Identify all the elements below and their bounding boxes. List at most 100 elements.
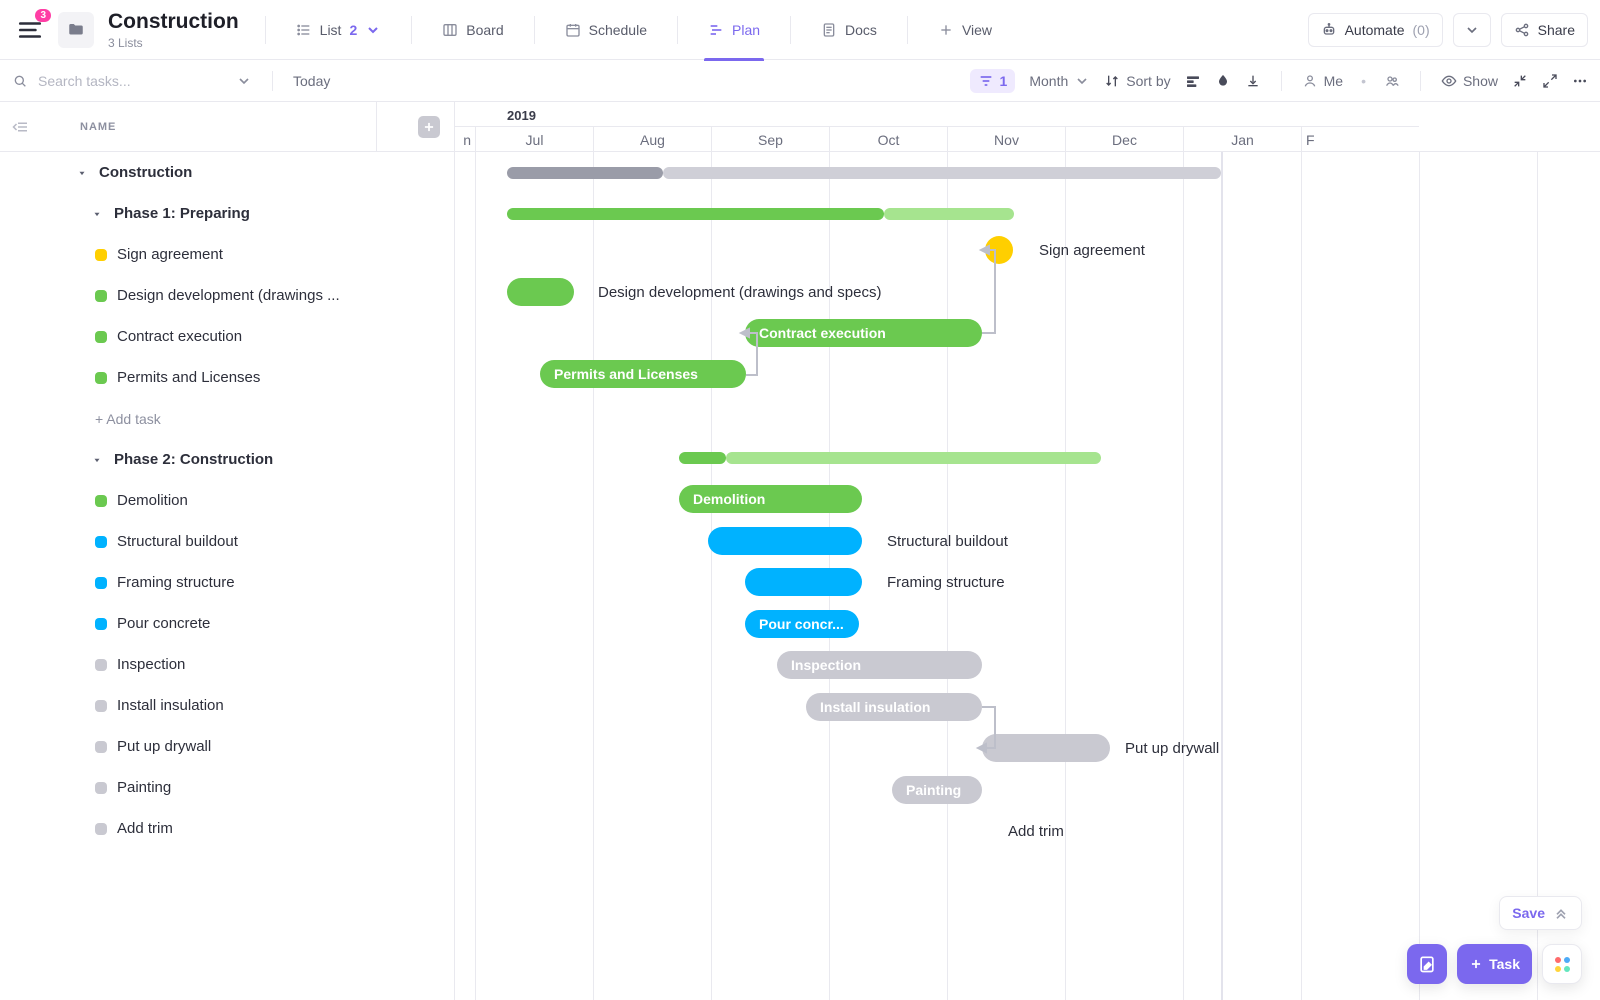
save-button[interactable]: Save bbox=[1499, 896, 1582, 930]
view-list[interactable]: List 2 bbox=[282, 0, 396, 60]
month-cell[interactable]: Oct bbox=[829, 126, 947, 152]
task-row[interactable]: Framing structure bbox=[0, 562, 454, 603]
month-cell[interactable]: Nov bbox=[947, 126, 1065, 152]
month-cell[interactable]: Aug bbox=[593, 126, 711, 152]
column-separator[interactable] bbox=[376, 102, 377, 151]
task-row[interactable]: Put up drywall bbox=[0, 726, 454, 767]
task-row[interactable]: Contract execution bbox=[0, 316, 454, 357]
download-icon[interactable] bbox=[1245, 73, 1261, 89]
today-button[interactable]: Today bbox=[293, 73, 330, 89]
status-square[interactable] bbox=[95, 782, 107, 794]
status-square[interactable] bbox=[95, 741, 107, 753]
automate-dropdown[interactable] bbox=[1453, 13, 1491, 47]
robot-icon bbox=[1321, 22, 1337, 38]
task-row[interactable]: Sign agreement bbox=[0, 234, 454, 275]
bar-phase2-todo[interactable] bbox=[726, 452, 1101, 464]
bar-pour-concrete[interactable]: Pour concr... bbox=[745, 610, 859, 638]
caret-down-icon[interactable] bbox=[90, 455, 104, 465]
sortby-button[interactable]: Sort by bbox=[1104, 73, 1170, 89]
status-square[interactable] bbox=[95, 618, 107, 630]
caret-down-icon[interactable] bbox=[75, 168, 89, 178]
collapse-sidebar-icon[interactable] bbox=[12, 118, 30, 136]
search-box[interactable] bbox=[12, 72, 252, 90]
bar-drywall[interactable] bbox=[982, 734, 1110, 762]
status-square[interactable] bbox=[95, 372, 107, 384]
chevron-down-icon[interactable] bbox=[236, 73, 252, 89]
bar-demolition[interactable]: Demolition bbox=[679, 485, 862, 513]
month-cell[interactable]: Dec bbox=[1065, 126, 1183, 152]
bar-framing[interactable] bbox=[745, 568, 862, 596]
task-row[interactable]: Inspection bbox=[0, 644, 454, 685]
view-schedule[interactable]: Schedule bbox=[551, 0, 661, 60]
task-row[interactable]: Install insulation bbox=[0, 685, 454, 726]
status-square[interactable] bbox=[95, 823, 107, 835]
status-square[interactable] bbox=[95, 659, 107, 671]
task-row[interactable]: Add trim bbox=[0, 808, 454, 849]
task-row[interactable]: Design development (drawings ... bbox=[0, 275, 454, 316]
bar-inspection[interactable]: Inspection bbox=[777, 651, 982, 679]
task-row[interactable]: Painting bbox=[0, 767, 454, 808]
add-task-row[interactable]: + Add task bbox=[0, 398, 454, 439]
bar-permits[interactable]: Permits and Licenses bbox=[540, 360, 746, 388]
bar-phase2-done[interactable] bbox=[679, 452, 726, 464]
new-task-fab[interactable]: Task bbox=[1457, 944, 1532, 984]
filter-chip[interactable]: 1 bbox=[970, 69, 1016, 93]
group-row[interactable]: Phase 1: Preparing bbox=[0, 193, 454, 234]
folder-icon[interactable] bbox=[58, 12, 94, 48]
task-row[interactable]: Structural buildout bbox=[0, 521, 454, 562]
automate-button[interactable]: Automate (0) bbox=[1308, 13, 1443, 47]
view-docs[interactable]: Docs bbox=[807, 0, 891, 60]
collapse-icon[interactable] bbox=[1512, 73, 1528, 89]
month-cell[interactable]: Jul bbox=[475, 126, 593, 152]
show-button[interactable]: Show bbox=[1441, 73, 1498, 89]
page-title[interactable]: Construction bbox=[108, 10, 239, 34]
bar-contract-exec[interactable]: Contract execution bbox=[745, 319, 982, 347]
task-label: Permits and Licenses bbox=[117, 369, 260, 386]
sortby-label: Sort by bbox=[1126, 73, 1170, 89]
task-label: Phase 2: Construction bbox=[114, 451, 273, 468]
me-filter[interactable]: Me bbox=[1302, 73, 1343, 89]
board-icon bbox=[442, 22, 458, 38]
task-row[interactable]: Permits and Licenses bbox=[0, 357, 454, 398]
bar-insulation[interactable]: Install insulation bbox=[806, 693, 982, 721]
menu-button[interactable]: 3 bbox=[12, 12, 48, 48]
status-square[interactable] bbox=[95, 700, 107, 712]
caret-down-icon[interactable] bbox=[90, 209, 104, 219]
status-square[interactable] bbox=[95, 536, 107, 548]
group-row[interactable]: Construction bbox=[0, 152, 454, 193]
add-view-label: View bbox=[962, 22, 992, 38]
bar-structural[interactable] bbox=[708, 527, 862, 555]
share-button[interactable]: Share bbox=[1501, 13, 1588, 47]
bar-painting[interactable]: Painting bbox=[892, 776, 982, 804]
bar-design-dev[interactable] bbox=[507, 278, 574, 306]
status-square[interactable] bbox=[95, 290, 107, 302]
view-plan[interactable]: Plan bbox=[694, 0, 774, 60]
expand-icon[interactable] bbox=[1542, 73, 1558, 89]
search-input[interactable] bbox=[36, 72, 228, 90]
color-icon[interactable] bbox=[1215, 73, 1231, 89]
status-square[interactable] bbox=[95, 331, 107, 343]
reschedule-icon[interactable] bbox=[1185, 73, 1201, 89]
milestone-sign-agreement[interactable] bbox=[985, 236, 1013, 264]
zoom-select[interactable]: Month bbox=[1029, 73, 1090, 89]
status-square[interactable] bbox=[95, 249, 107, 261]
notepad-fab[interactable] bbox=[1407, 944, 1447, 984]
bar-construction-todo[interactable] bbox=[663, 167, 1221, 179]
status-square[interactable] bbox=[95, 577, 107, 589]
month-cell[interactable]: Jan bbox=[1183, 126, 1301, 152]
bar-phase1-todo[interactable] bbox=[884, 208, 1014, 220]
task-row[interactable]: Pour concrete bbox=[0, 603, 454, 644]
more-icon[interactable] bbox=[1572, 73, 1588, 89]
month-cell[interactable]: Sep bbox=[711, 126, 829, 152]
apps-fab[interactable] bbox=[1542, 944, 1582, 984]
add-column-button[interactable] bbox=[418, 116, 440, 138]
separator: • bbox=[1357, 73, 1370, 89]
status-square[interactable] bbox=[95, 495, 107, 507]
bar-phase1-done[interactable] bbox=[507, 208, 884, 220]
task-row[interactable]: Demolition bbox=[0, 480, 454, 521]
group-row[interactable]: Phase 2: Construction bbox=[0, 439, 454, 480]
add-view[interactable]: View bbox=[924, 0, 1006, 60]
assignees-icon[interactable] bbox=[1384, 73, 1400, 89]
view-board[interactable]: Board bbox=[428, 0, 517, 60]
bar-construction-done[interactable] bbox=[507, 167, 663, 179]
